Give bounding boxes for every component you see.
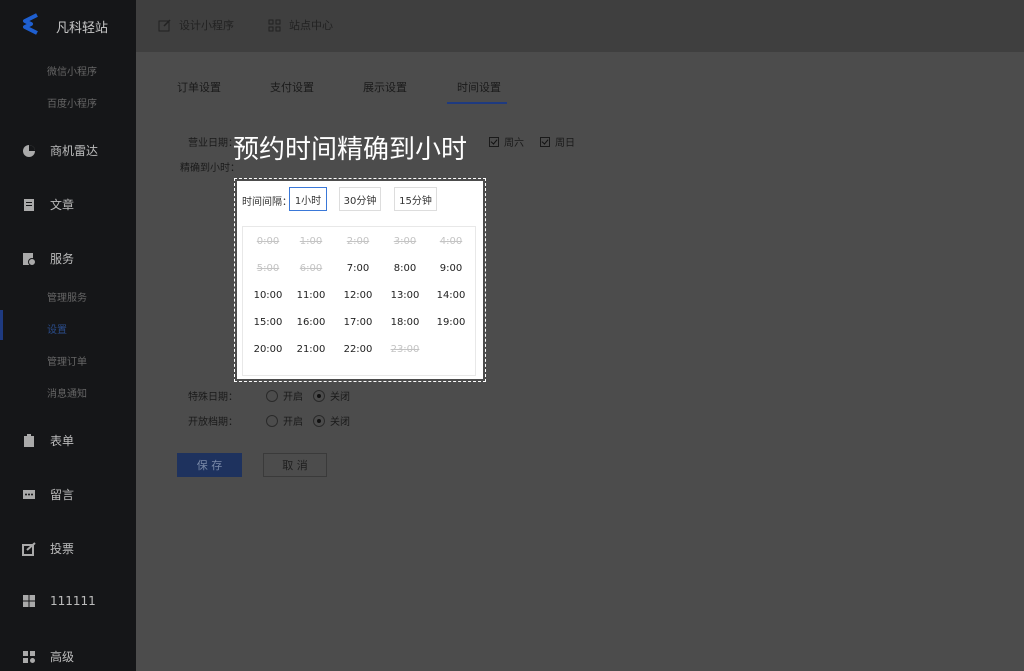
vote-icon — [22, 541, 36, 556]
open-period-label: 开放档期： — [188, 417, 238, 428]
tab-order-settings[interactable]: 订单设置 — [177, 79, 221, 95]
sidebar-sub-settings[interactable]: 设置 — [47, 321, 67, 336]
radio-icon — [266, 414, 278, 427]
sidebar-item-label: 留言 — [50, 488, 75, 502]
sidebar-sub-baidu[interactable]: 百度小程序 — [47, 95, 97, 110]
special-date-open-radio[interactable]: 开启 — [266, 388, 303, 403]
day-label: 周日 — [555, 138, 575, 149]
time-slot[interactable]: 14:00 — [431, 290, 471, 301]
day-label: 周六 — [504, 138, 524, 149]
radio-icon — [266, 389, 278, 402]
time-slot[interactable]: 10:00 — [248, 290, 288, 301]
design-mini-program-button[interactable]: 设计小程序 — [158, 17, 234, 33]
site-center-label: 站点中心 — [289, 19, 333, 32]
special-date-label: 特殊日期： — [188, 392, 238, 403]
business-days-label: 营业日期： — [188, 138, 238, 149]
edit-icon — [158, 18, 171, 31]
sidebar-item-label: 投票 — [50, 542, 75, 556]
time-slot[interactable]: 18:00 — [385, 317, 425, 328]
sidebar-item-111111[interactable]: 111111 — [22, 594, 96, 608]
annotation-title: 预约时间精确到小时 — [233, 135, 468, 165]
time-slot[interactable]: 15:00 — [248, 317, 288, 328]
sidebar-item-label: 111111 — [50, 594, 96, 608]
sidebar-item-message[interactable]: 留言 — [22, 486, 74, 503]
time-slot[interactable]: 21:00 — [291, 344, 331, 355]
interval-15m-button[interactable]: 15分钟 — [394, 187, 437, 211]
radio-label: 关闭 — [330, 417, 350, 428]
sidebar-sub-manage-orders[interactable]: 管理订单 — [47, 353, 87, 368]
sidebar-item-service[interactable]: 服务 — [22, 250, 74, 267]
save-button[interactable]: 保 存 — [177, 453, 242, 477]
tab-display-settings[interactable]: 展示设置 — [363, 79, 407, 95]
grid-icon — [22, 594, 36, 608]
time-slot[interactable]: 17:00 — [338, 317, 378, 328]
time-slot[interactable]: 11:00 — [291, 290, 331, 301]
time-slot: 5:00 — [256, 263, 280, 274]
logo-icon — [23, 13, 38, 35]
precise-hour-label: 精确到小时： — [180, 163, 240, 174]
sidebar-item-label: 高级 — [50, 650, 75, 664]
special-date-close-radio[interactable]: 关闭 — [313, 388, 350, 403]
time-slot[interactable]: 20:00 — [248, 344, 288, 355]
sidebar-item-advanced[interactable]: 高级 — [22, 648, 74, 665]
radio-label: 关闭 — [330, 392, 350, 403]
sidebar-item-radar[interactable]: 商机雷达 — [22, 142, 98, 159]
tab-payment-settings[interactable]: 支付设置 — [270, 79, 314, 95]
form-icon — [22, 433, 36, 448]
sidebar-sub-manage-service[interactable]: 管理服务 — [47, 289, 87, 304]
time-slot: 6:00 — [299, 263, 323, 274]
sidebar: 凡科轻站 微信小程序 百度小程序 商机雷达 文章 服务 管理服务 设置 管理订单… — [0, 0, 136, 671]
sidebar-sub-wechat[interactable]: 微信小程序 — [47, 63, 97, 78]
sidebar-item-vote[interactable]: 投票 — [22, 540, 74, 557]
interval-1h-button[interactable]: 1小时 — [289, 187, 327, 211]
cancel-button[interactable]: 取 消 — [263, 453, 327, 477]
sidebar-item-label: 文章 — [50, 198, 75, 212]
message-icon — [22, 488, 36, 502]
time-slot[interactable]: 19:00 — [431, 317, 471, 328]
radar-icon — [22, 144, 36, 158]
checkbox-checked-icon — [489, 136, 499, 147]
interval-30m-button[interactable]: 30分钟 — [339, 187, 381, 211]
sidebar-item-label: 服务 — [50, 252, 75, 266]
sidebar-item-label: 商机雷达 — [50, 144, 99, 158]
checkbox-sunday[interactable]: 周日 — [540, 134, 575, 149]
time-slot: 0:00 — [256, 236, 280, 247]
time-slot: 1:00 — [299, 236, 323, 247]
time-slot[interactable]: 16:00 — [291, 317, 331, 328]
brand-name: 凡科轻站 — [56, 21, 109, 36]
advanced-icon — [22, 650, 36, 664]
radio-label: 开启 — [283, 392, 303, 403]
time-slot: 2:00 — [346, 236, 370, 247]
sidebar-sub-notifications[interactable]: 消息通知 — [47, 385, 87, 400]
sidebar-item-article[interactable]: 文章 — [22, 196, 74, 213]
design-label: 设计小程序 — [179, 19, 234, 32]
time-slot[interactable]: 12:00 — [338, 290, 378, 301]
time-slot[interactable]: 13:00 — [385, 290, 425, 301]
checkbox-checked-icon — [540, 136, 550, 147]
site-center-button[interactable]: 站点中心 — [268, 17, 333, 33]
radio-label: 开启 — [283, 417, 303, 428]
tab-time-settings[interactable]: 时间设置 — [457, 79, 501, 95]
time-slot: 3:00 — [393, 236, 417, 247]
open-period-close-radio[interactable]: 关闭 — [313, 413, 350, 428]
interval-label: 时间间隔： — [242, 197, 292, 208]
time-slot: 23:00 — [390, 344, 420, 355]
time-slot[interactable]: 9:00 — [431, 263, 471, 274]
radio-selected-icon — [313, 414, 325, 427]
checkbox-saturday[interactable]: 周六 — [489, 134, 524, 149]
radio-selected-icon — [313, 389, 325, 402]
sidebar-item-label: 表单 — [50, 434, 75, 448]
time-slot[interactable]: 7:00 — [338, 263, 378, 274]
grid-icon — [268, 19, 281, 31]
time-slot: 4:00 — [439, 236, 463, 247]
article-icon — [22, 198, 36, 212]
time-slot[interactable]: 8:00 — [385, 263, 425, 274]
service-icon — [22, 252, 36, 266]
sidebar-item-form[interactable]: 表单 — [22, 432, 74, 449]
open-period-open-radio[interactable]: 开启 — [266, 413, 303, 428]
active-tab-underline — [447, 102, 507, 104]
active-indicator — [0, 310, 3, 340]
time-slot[interactable]: 22:00 — [338, 344, 378, 355]
